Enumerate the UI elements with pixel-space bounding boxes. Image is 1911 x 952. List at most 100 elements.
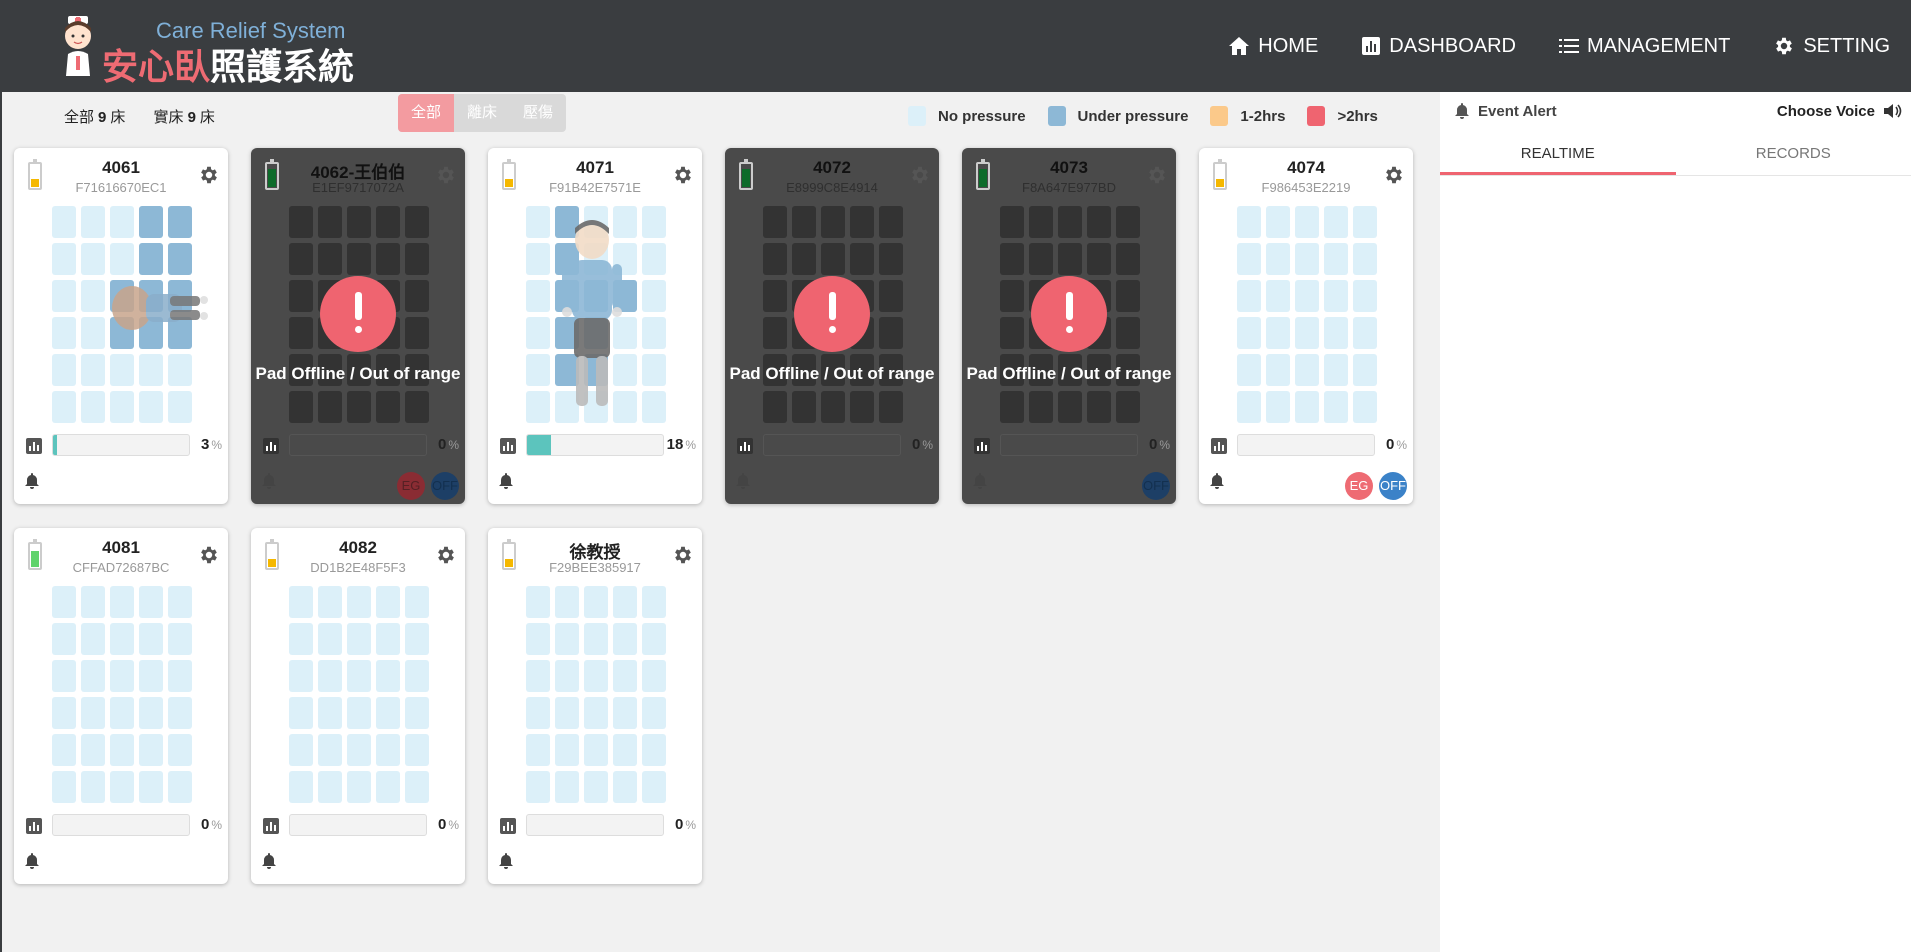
bed-bell-icon[interactable]	[972, 472, 988, 495]
pressure-cell	[168, 391, 192, 423]
bed-card[interactable]: 4062-王伯伯 E1EF9717072A Pad Offline / Out of…	[251, 148, 465, 504]
app-logo[interactable]: Care Relief System 安心臥照護系統	[60, 16, 354, 87]
bed-bell-icon[interactable]	[261, 852, 277, 875]
bed-card[interactable]: 4074 F986453E2219 0% EG OFF	[1199, 148, 1413, 504]
supine-person-icon	[562, 220, 622, 406]
pressure-cell	[168, 354, 192, 386]
pressure-cell	[642, 206, 666, 238]
bed-bell-icon[interactable]	[261, 472, 277, 495]
bed-settings-gear-icon[interactable]	[198, 164, 220, 191]
bed-bell-icon[interactable]	[735, 472, 751, 495]
bed-card[interactable]: 4081 CFFAD72687BC 0%	[14, 528, 228, 884]
bed-chart-icon[interactable]	[26, 818, 42, 834]
bed-chart-icon[interactable]	[1211, 438, 1227, 454]
bed-bell-icon[interactable]	[498, 852, 514, 875]
pressure-cell	[1295, 280, 1319, 312]
bed-chart-icon[interactable]	[500, 818, 516, 834]
bed-title: 4082	[339, 538, 377, 557]
bed-bell-icon[interactable]	[24, 852, 40, 875]
pressure-cell	[642, 771, 666, 803]
eg-badge[interactable]: EG	[397, 472, 425, 500]
filter-all[interactable]: 全部	[398, 94, 454, 132]
pressure-cell	[555, 660, 579, 692]
pressure-percent-value: 0	[1148, 436, 1158, 453]
pressure-cell	[526, 317, 550, 349]
bed-title: 4074	[1287, 158, 1325, 177]
bed-card[interactable]: 徐教授 F29BEE385917 0%	[488, 528, 702, 884]
battery-level	[31, 551, 39, 567]
nav-home[interactable]: HOME	[1228, 35, 1318, 58]
nav-dashboard[interactable]: DASHBOARD	[1361, 35, 1516, 58]
pressure-cell	[526, 771, 550, 803]
pressure-cell	[879, 280, 903, 312]
bed-settings-gear-icon[interactable]	[1146, 164, 1168, 191]
bed-settings-gear-icon[interactable]	[672, 164, 694, 191]
battery-icon	[739, 159, 753, 190]
bed-chart-icon[interactable]	[500, 438, 516, 454]
filter-out-of-bed[interactable]: 離床	[454, 94, 510, 132]
off-badge[interactable]: OFF	[1379, 472, 1407, 500]
bed-card[interactable]: 4082 DD1B2E48F5F3 0%	[251, 528, 465, 884]
bed-mac-address: F91B42E7571E	[549, 180, 641, 195]
pressure-cell	[792, 243, 816, 275]
bed-chart-icon[interactable]	[263, 818, 279, 834]
bed-chart-icon[interactable]	[737, 438, 753, 454]
pressure-cell	[1116, 243, 1140, 275]
battery-level	[742, 169, 750, 187]
pressure-cell	[1237, 317, 1261, 349]
bed-settings-gear-icon[interactable]	[435, 164, 457, 191]
bed-chart-icon[interactable]	[26, 438, 42, 454]
bed-settings-gear-icon[interactable]	[1383, 164, 1405, 191]
eg-badge[interactable]: EG	[1345, 472, 1373, 500]
pressure-cell	[584, 623, 608, 655]
pressure-cell	[1324, 391, 1348, 423]
tab-records[interactable]: RECORDS	[1676, 136, 1911, 175]
pressure-percent: 18%	[667, 436, 696, 453]
pressure-cell	[376, 206, 400, 238]
bed-card[interactable]: 4073 F8A647E977BD Pad Offline / Out of ran…	[962, 148, 1176, 504]
pressure-cell	[139, 354, 163, 386]
pressure-cell	[584, 734, 608, 766]
pressure-cell	[347, 391, 371, 423]
pressure-progress-bar	[1237, 434, 1375, 456]
pressure-progress-fill	[53, 435, 58, 455]
pressure-progress-bar	[289, 434, 427, 456]
bed-card[interactable]: 4072 E8999C8E4914 Pad Offline / Out of ran…	[725, 148, 939, 504]
choose-voice-button[interactable]: Choose Voice	[1777, 102, 1903, 120]
pressure-cell	[318, 623, 342, 655]
bed-bell-icon[interactable]	[24, 472, 40, 495]
bed-settings-gear-icon[interactable]	[672, 544, 694, 571]
nav-setting[interactable]: SETTING	[1773, 35, 1890, 58]
pressure-cell	[879, 317, 903, 349]
tab-realtime[interactable]: REALTIME	[1440, 136, 1676, 175]
bed-chart-icon[interactable]	[974, 438, 990, 454]
bed-title: 4073	[1050, 158, 1088, 177]
bed-settings-gear-icon[interactable]	[435, 544, 457, 571]
bed-title: 4061	[102, 158, 140, 177]
panel-divider	[1420, 92, 1440, 952]
pressure-cell	[1353, 280, 1377, 312]
pressure-cell	[1000, 391, 1024, 423]
pressure-cell	[821, 391, 845, 423]
legend-label: 1-2hrs	[1240, 107, 1286, 125]
bed-card[interactable]: 4071 F91B42E7571E 18%	[488, 148, 702, 504]
bed-bell-icon[interactable]	[1209, 472, 1225, 495]
off-badge[interactable]: OFF	[1142, 472, 1170, 500]
legend-label: >2hrs	[1337, 107, 1378, 125]
filter-pressure-injury[interactable]: 壓傷	[510, 94, 566, 132]
pressure-cell	[110, 660, 134, 692]
bed-card[interactable]: 4061 F71616670EC1 3%	[14, 148, 228, 504]
bed-settings-gear-icon[interactable]	[909, 164, 931, 191]
pressure-cell	[405, 734, 429, 766]
nav-management[interactable]: MANAGEMENT	[1558, 35, 1730, 58]
pressure-cell	[1266, 206, 1290, 238]
bed-chart-icon[interactable]	[263, 438, 279, 454]
pressure-cell	[347, 586, 371, 618]
off-badge[interactable]: OFF	[431, 472, 459, 500]
gear-icon	[1776, 37, 1793, 55]
battery-level	[505, 558, 513, 567]
bed-bell-icon[interactable]	[498, 472, 514, 495]
pressure-cell	[376, 623, 400, 655]
pressure-cell	[289, 660, 313, 692]
bed-settings-gear-icon[interactable]	[198, 544, 220, 571]
